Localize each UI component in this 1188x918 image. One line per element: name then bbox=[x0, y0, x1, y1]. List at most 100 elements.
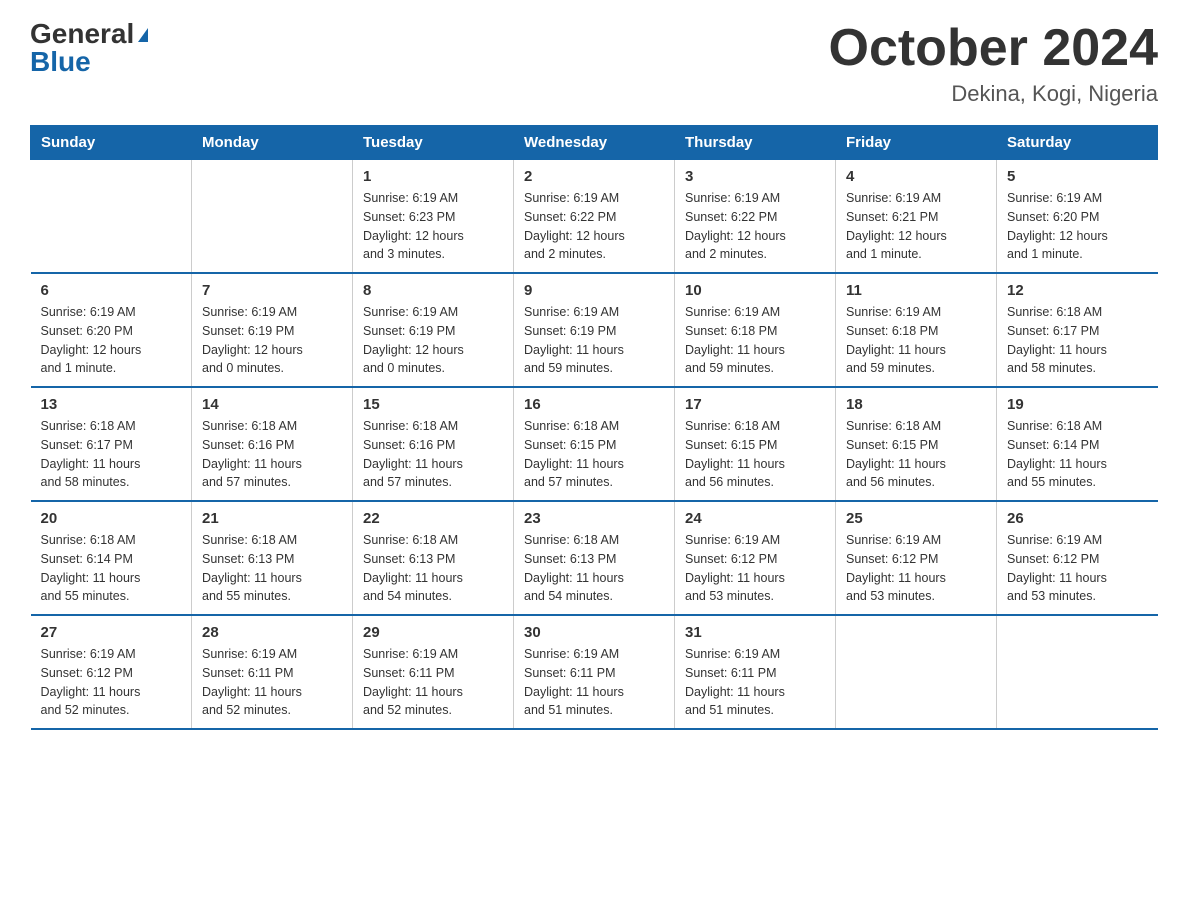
page-header: General Blue October 2024 Dekina, Kogi, … bbox=[30, 20, 1158, 107]
calendar-cell: 23 Sunrise: 6:18 AMSunset: 6:13 PMDayligh… bbox=[514, 501, 675, 615]
day-number: 12 bbox=[1007, 282, 1148, 299]
day-info: Sunrise: 6:18 AMSunset: 6:17 PMDaylight:… bbox=[41, 417, 182, 492]
header-thursday: Thursday bbox=[675, 126, 836, 160]
calendar-cell: 8 Sunrise: 6:19 AMSunset: 6:19 PMDaylight… bbox=[353, 273, 514, 387]
logo: General Blue bbox=[30, 20, 148, 76]
calendar-cell: 13Sunrise: 6:18 AMSunset: 6:17 PMDayligh… bbox=[31, 387, 192, 501]
week-row-4: 20 Sunrise: 6:18 AMSunset: 6:14 PMDayligh… bbox=[31, 501, 1158, 615]
logo-triangle-icon bbox=[138, 28, 148, 42]
calendar-cell: 17Sunrise: 6:18 AMSunset: 6:15 PMDayligh… bbox=[675, 387, 836, 501]
day-info: Sunrise: 6:18 AMSunset: 6:13 PMDaylight:… bbox=[363, 531, 503, 606]
day-info: Sunrise: 6:19 AMSunset: 6:19 PMDaylight:… bbox=[363, 303, 503, 378]
day-number: 10 bbox=[685, 282, 825, 299]
day-number: 21 bbox=[202, 510, 342, 527]
day-number: 1 bbox=[363, 168, 503, 185]
day-info: Sunrise: 6:19 AMSunset: 6:11 PMDaylight:… bbox=[685, 645, 825, 720]
calendar-cell: 14Sunrise: 6:18 AMSunset: 6:16 PMDayligh… bbox=[192, 387, 353, 501]
title-section: October 2024 Dekina, Kogi, Nigeria bbox=[829, 20, 1159, 107]
day-number: 11 bbox=[846, 282, 986, 299]
calendar-cell: 11 Sunrise: 6:19 AMSunset: 6:18 PMDayligh… bbox=[836, 273, 997, 387]
day-number: 3 bbox=[685, 168, 825, 185]
day-info: Sunrise: 6:19 AMSunset: 6:20 PMDaylight:… bbox=[41, 303, 182, 378]
header-wednesday: Wednesday bbox=[514, 126, 675, 160]
day-info: Sunrise: 6:19 AMSunset: 6:11 PMDaylight:… bbox=[202, 645, 342, 720]
day-info: Sunrise: 6:19 AMSunset: 6:19 PMDaylight:… bbox=[202, 303, 342, 378]
day-number: 30 bbox=[524, 624, 664, 641]
day-info: Sunrise: 6:18 AMSunset: 6:14 PMDaylight:… bbox=[1007, 417, 1148, 492]
week-row-2: 6 Sunrise: 6:19 AMSunset: 6:20 PMDaylight… bbox=[31, 273, 1158, 387]
calendar-cell: 25 Sunrise: 6:19 AMSunset: 6:12 PMDayligh… bbox=[836, 501, 997, 615]
day-info: Sunrise: 6:19 AMSunset: 6:18 PMDaylight:… bbox=[685, 303, 825, 378]
calendar-cell: 4Sunrise: 6:19 AMSunset: 6:21 PMDaylight… bbox=[836, 160, 997, 274]
calendar-cell: 26Sunrise: 6:19 AMSunset: 6:12 PMDayligh… bbox=[997, 501, 1158, 615]
day-number: 20 bbox=[41, 510, 182, 527]
calendar-cell: 12 Sunrise: 6:18 AMSunset: 6:17 PMDayligh… bbox=[997, 273, 1158, 387]
day-number: 23 bbox=[524, 510, 664, 527]
day-number: 6 bbox=[41, 282, 182, 299]
day-info: Sunrise: 6:19 AMSunset: 6:21 PMDaylight:… bbox=[846, 189, 986, 264]
day-number: 8 bbox=[363, 282, 503, 299]
calendar-cell: 18Sunrise: 6:18 AMSunset: 6:15 PMDayligh… bbox=[836, 387, 997, 501]
day-number: 16 bbox=[524, 396, 664, 413]
calendar-cell: 19Sunrise: 6:18 AMSunset: 6:14 PMDayligh… bbox=[997, 387, 1158, 501]
logo-blue-line: Blue bbox=[30, 48, 91, 76]
logo-general-line: General bbox=[30, 20, 148, 48]
calendar-cell: 15Sunrise: 6:18 AMSunset: 6:16 PMDayligh… bbox=[353, 387, 514, 501]
header-tuesday: Tuesday bbox=[353, 126, 514, 160]
day-info: Sunrise: 6:18 AMSunset: 6:17 PMDaylight:… bbox=[1007, 303, 1148, 378]
day-info: Sunrise: 6:18 AMSunset: 6:13 PMDaylight:… bbox=[524, 531, 664, 606]
calendar-cell: 21 Sunrise: 6:18 AMSunset: 6:13 PMDayligh… bbox=[192, 501, 353, 615]
calendar-cell bbox=[192, 160, 353, 274]
day-number: 28 bbox=[202, 624, 342, 641]
day-number: 24 bbox=[685, 510, 825, 527]
day-info: Sunrise: 6:19 AMSunset: 6:12 PMDaylight:… bbox=[1007, 531, 1148, 606]
calendar-cell: 1Sunrise: 6:19 AMSunset: 6:23 PMDaylight… bbox=[353, 160, 514, 274]
day-info: Sunrise: 6:19 AMSunset: 6:12 PMDaylight:… bbox=[846, 531, 986, 606]
day-info: Sunrise: 6:18 AMSunset: 6:13 PMDaylight:… bbox=[202, 531, 342, 606]
day-info: Sunrise: 6:19 AMSunset: 6:11 PMDaylight:… bbox=[524, 645, 664, 720]
day-number: 27 bbox=[41, 624, 182, 641]
calendar-cell: 7 Sunrise: 6:19 AMSunset: 6:19 PMDaylight… bbox=[192, 273, 353, 387]
week-row-3: 13Sunrise: 6:18 AMSunset: 6:17 PMDayligh… bbox=[31, 387, 1158, 501]
calendar-cell bbox=[836, 615, 997, 729]
calendar-cell bbox=[997, 615, 1158, 729]
calendar-cell: 30 Sunrise: 6:19 AMSunset: 6:11 PMDayligh… bbox=[514, 615, 675, 729]
day-number: 31 bbox=[685, 624, 825, 641]
header-friday: Friday bbox=[836, 126, 997, 160]
location-title: Dekina, Kogi, Nigeria bbox=[829, 81, 1159, 107]
day-number: 15 bbox=[363, 396, 503, 413]
day-info: Sunrise: 6:19 AMSunset: 6:12 PMDaylight:… bbox=[685, 531, 825, 606]
header-sunday: Sunday bbox=[31, 126, 192, 160]
calendar-cell: 24 Sunrise: 6:19 AMSunset: 6:12 PMDayligh… bbox=[675, 501, 836, 615]
day-number: 25 bbox=[846, 510, 986, 527]
day-number: 7 bbox=[202, 282, 342, 299]
calendar-cell: 6 Sunrise: 6:19 AMSunset: 6:20 PMDaylight… bbox=[31, 273, 192, 387]
day-number: 2 bbox=[524, 168, 664, 185]
day-number: 29 bbox=[363, 624, 503, 641]
day-info: Sunrise: 6:19 AMSunset: 6:18 PMDaylight:… bbox=[846, 303, 986, 378]
day-info: Sunrise: 6:18 AMSunset: 6:14 PMDaylight:… bbox=[41, 531, 182, 606]
day-number: 22 bbox=[363, 510, 503, 527]
month-title: October 2024 bbox=[829, 20, 1159, 77]
calendar-cell: 2 Sunrise: 6:19 AMSunset: 6:22 PMDaylight… bbox=[514, 160, 675, 274]
calendar-cell: 27 Sunrise: 6:19 AMSunset: 6:12 PMDayligh… bbox=[31, 615, 192, 729]
day-info: Sunrise: 6:19 AMSunset: 6:12 PMDaylight:… bbox=[41, 645, 182, 720]
header-saturday: Saturday bbox=[997, 126, 1158, 160]
day-info: Sunrise: 6:18 AMSunset: 6:15 PMDaylight:… bbox=[524, 417, 664, 492]
day-number: 5 bbox=[1007, 168, 1148, 185]
calendar-cell: 20 Sunrise: 6:18 AMSunset: 6:14 PMDayligh… bbox=[31, 501, 192, 615]
day-info: Sunrise: 6:18 AMSunset: 6:15 PMDaylight:… bbox=[685, 417, 825, 492]
logo-blue-text: Blue bbox=[30, 46, 91, 77]
week-row-5: 27 Sunrise: 6:19 AMSunset: 6:12 PMDayligh… bbox=[31, 615, 1158, 729]
day-info: Sunrise: 6:19 AMSunset: 6:22 PMDaylight:… bbox=[524, 189, 664, 264]
day-info: Sunrise: 6:19 AMSunset: 6:22 PMDaylight:… bbox=[685, 189, 825, 264]
calendar-cell: 9Sunrise: 6:19 AMSunset: 6:19 PMDaylight… bbox=[514, 273, 675, 387]
week-row-1: 1Sunrise: 6:19 AMSunset: 6:23 PMDaylight… bbox=[31, 160, 1158, 274]
logo-general-text: General bbox=[30, 18, 134, 49]
calendar-cell: 28 Sunrise: 6:19 AMSunset: 6:11 PMDayligh… bbox=[192, 615, 353, 729]
calendar-cell: 5Sunrise: 6:19 AMSunset: 6:20 PMDaylight… bbox=[997, 160, 1158, 274]
calendar-cell: 3 Sunrise: 6:19 AMSunset: 6:22 PMDaylight… bbox=[675, 160, 836, 274]
day-number: 9 bbox=[524, 282, 664, 299]
header-monday: Monday bbox=[192, 126, 353, 160]
day-number: 14 bbox=[202, 396, 342, 413]
